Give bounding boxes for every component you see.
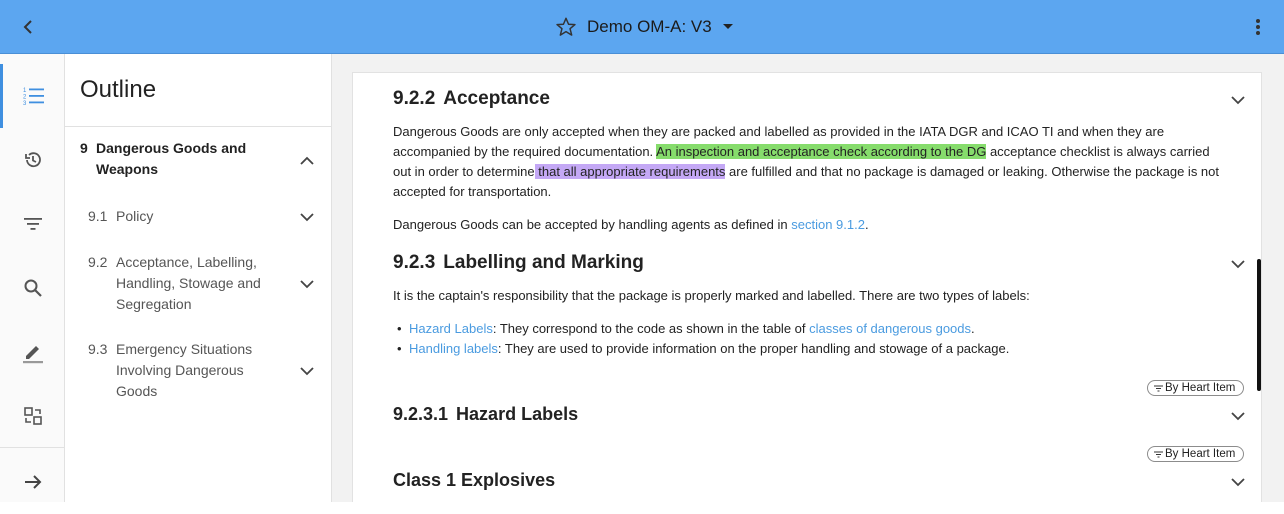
outline-item-number: 9.1 — [88, 208, 108, 224]
outline-nav-button[interactable]: 1 2 3 — [0, 64, 65, 128]
list-outline-icon: 1 2 3 — [23, 88, 44, 106]
edit-nav-button[interactable] — [0, 320, 65, 384]
chevron-down-icon — [1231, 411, 1245, 420]
section-title: Hazard Labels — [456, 404, 579, 424]
chevron-down-icon[interactable] — [299, 209, 315, 225]
expand-panel-button[interactable] — [0, 450, 65, 514]
outline-item-label-line1: Emergency Situations — [116, 341, 253, 357]
document-page: 9.2.2 Acceptance Dangerous Goods are only… — [352, 72, 1262, 502]
compare-swap-icon — [23, 407, 42, 425]
highlight-purple[interactable]: that all appropriate requirements — [534, 164, 726, 179]
filter-icon — [1154, 385, 1163, 391]
list-item: Hazard Labels: They correspond to the co… — [397, 319, 1209, 339]
filter-icon — [1154, 451, 1163, 457]
outline-item-label-line1: Acceptance, Labelling, — [116, 254, 257, 270]
outline-title: Outline — [80, 76, 157, 103]
section-title: Acceptance — [443, 88, 550, 109]
chevron-left-icon — [23, 20, 32, 34]
more-vertical-icon — [1256, 19, 1260, 35]
section-toggle-9-2-3-1[interactable] — [1229, 407, 1247, 425]
svg-text:2: 2 — [23, 95, 27, 101]
badge-label: By Heart Item — [1165, 382, 1236, 394]
outline-chapter-label-line2: Weapons — [96, 161, 158, 177]
chevron-down-icon[interactable] — [299, 276, 315, 292]
outline-chapter-label-line1: Dangerous Goods and — [96, 140, 247, 156]
svg-text:3: 3 — [23, 101, 27, 106]
text-run: . — [864, 217, 869, 232]
link-handling-labels[interactable]: Handling labels — [409, 341, 498, 356]
highlight-green[interactable]: An inspection and acceptance check accor… — [656, 144, 987, 159]
caret-down-icon — [722, 24, 733, 29]
section-number: 9.2.2 — [393, 88, 436, 109]
text-run: Dangerous Goods can be accepted by handl… — [393, 217, 792, 232]
chevron-down-icon[interactable] — [299, 363, 315, 379]
outline-item-label-line3: Segregation — [116, 296, 192, 312]
star-outline-icon[interactable] — [555, 16, 577, 38]
link-section-9-1-2[interactable]: section 9.1.2 — [791, 217, 865, 232]
paragraph-handling-agents: Dangerous Goods can be accepted by handl… — [393, 215, 1223, 235]
outline-chapter-9[interactable]: 9 Dangerous Goods and Weapons — [65, 138, 331, 182]
list-item: Handling labels: They are used to provid… — [397, 339, 1209, 359]
search-icon — [24, 279, 42, 297]
svg-text:1: 1 — [23, 88, 27, 94]
document-content-area: 9.2.2 Acceptance Dangerous Goods are only… — [332, 54, 1284, 502]
history-nav-button[interactable] — [0, 128, 65, 192]
section-heading-9-2-2: 9.2.2 Acceptance — [393, 88, 550, 110]
section-toggle-9-2-2[interactable] — [1229, 91, 1247, 109]
chevron-down-icon — [1231, 259, 1245, 268]
by-heart-item-badge[interactable]: By Heart Item — [1147, 446, 1245, 462]
text-run: : They are used to provide information o… — [497, 341, 1010, 356]
chevron-down-icon — [1231, 477, 1245, 486]
section-toggle-class-1[interactable] — [1229, 473, 1247, 491]
arrow-right-icon — [24, 475, 41, 489]
back-button[interactable] — [14, 13, 42, 41]
more-options-button[interactable] — [1250, 15, 1266, 39]
outline-item-label-line2: Handling, Stowage and — [116, 275, 261, 291]
badge-label: By Heart Item — [1165, 448, 1236, 460]
history-icon — [24, 152, 41, 168]
section-title: Class 1 Explosives — [393, 470, 556, 490]
rail-divider — [0, 447, 65, 448]
paragraph-acceptance: Dangerous Goods are only accepted when t… — [393, 122, 1223, 202]
section-title: Labelling and Marking — [443, 252, 644, 273]
outline-item-9-2[interactable]: 9.2 Acceptance, Labelling, Handling, Sto… — [65, 252, 331, 318]
outline-item-number: 9.2 — [88, 254, 108, 270]
paragraph-labelling: It is the captain's responsibility that … — [393, 288, 1030, 303]
chevron-down-icon — [1231, 95, 1245, 104]
edit-pen-icon — [22, 346, 43, 364]
link-hazard-labels[interactable]: Hazard Labels — [409, 321, 493, 336]
section-heading-9-2-3: 9.2.3 Labelling and Marking — [393, 252, 644, 274]
outline-item-9-3[interactable]: 9.3 Emergency Situations Involving Dange… — [65, 339, 331, 405]
filter-icon — [23, 218, 42, 230]
outline-divider — [65, 126, 331, 127]
section-toggle-9-2-3[interactable] — [1229, 255, 1247, 273]
section-heading-9-2-3-1: 9.2.3.1 Hazard Labels — [393, 404, 578, 425]
search-nav-button[interactable] — [0, 256, 65, 320]
text-run: : They correspond to the code as shown i… — [492, 321, 810, 336]
outline-chapter-number: 9 — [80, 140, 88, 156]
compare-nav-button[interactable] — [0, 384, 65, 448]
outline-panel: Outline 9 Dangerous Goods and Weapons 9.… — [65, 54, 332, 502]
vertical-scrollbar[interactable] — [1257, 259, 1261, 391]
outline-item-label: Policy — [116, 208, 154, 224]
section-heading-class-1: Class 1 Explosives — [393, 470, 555, 491]
navigation-rail: 1 2 3 — [0, 54, 65, 502]
text-run: . — [971, 321, 975, 336]
labels-list: Hazard Labels: They correspond to the co… — [397, 319, 1209, 359]
section-number: 9.2.3.1 — [393, 404, 449, 424]
outline-item-label-line3: Goods — [116, 383, 158, 399]
outline-item-number: 9.3 — [88, 341, 108, 357]
document-title: Demo OM-A: V3 — [587, 17, 712, 36]
chevron-up-icon[interactable] — [299, 152, 315, 168]
link-classes-of-dangerous-goods[interactable]: classes of dangerous goods — [809, 321, 971, 336]
by-heart-item-badge[interactable]: By Heart Item — [1147, 380, 1245, 396]
document-title-dropdown[interactable]: Demo OM-A: V3 — [555, 12, 734, 42]
section-number: 9.2.3 — [393, 252, 436, 273]
outline-item-label-line2: Involving Dangerous — [116, 362, 244, 378]
filter-nav-button[interactable] — [0, 192, 65, 256]
outline-item-9-1[interactable]: 9.1 Policy — [65, 206, 331, 228]
top-app-bar: Demo OM-A: V3 — [0, 0, 1284, 54]
